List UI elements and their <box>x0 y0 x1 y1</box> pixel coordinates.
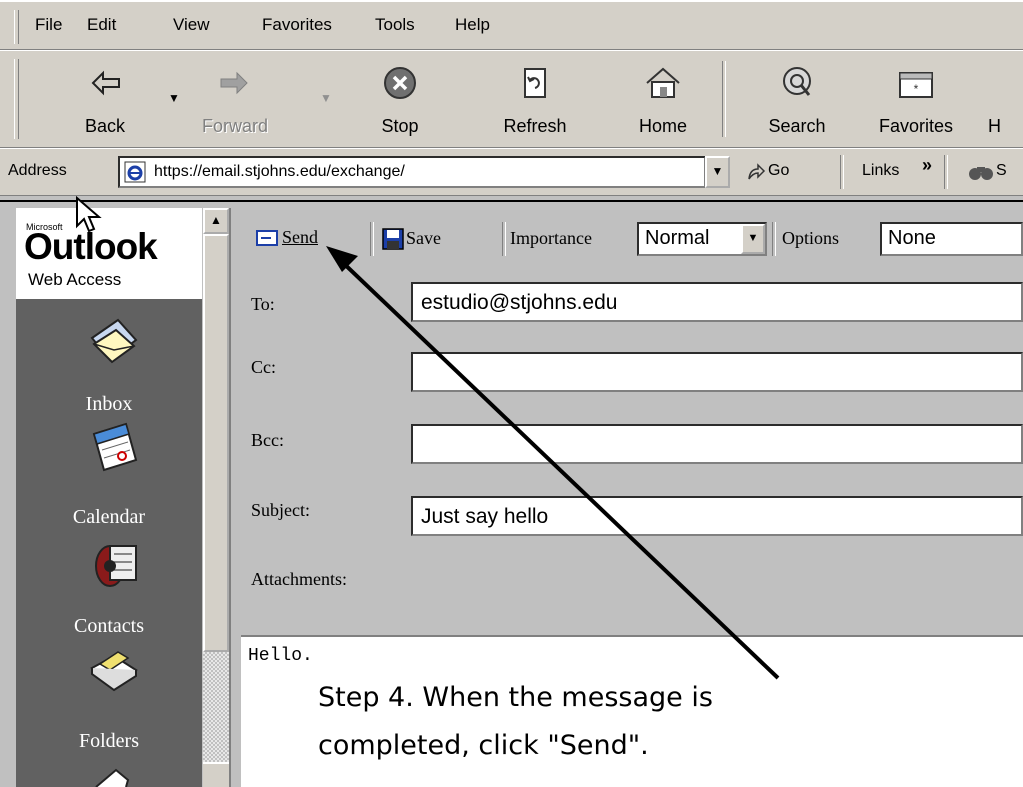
refresh-button[interactable]: Refresh <box>490 51 580 147</box>
save-button[interactable]: Save <box>406 228 441 249</box>
folders-icon[interactable] <box>86 640 142 696</box>
compose-form <box>241 208 1023 635</box>
menu-edit[interactable]: Edit <box>87 15 116 35</box>
address-label: Address <box>8 162 67 179</box>
options-value: None <box>888 227 936 249</box>
chevron-more-icon[interactable]: » <box>922 155 932 176</box>
menu-file[interactable]: File <box>35 15 62 35</box>
address-separator <box>840 155 844 189</box>
subject-value: Just say hello <box>421 505 549 528</box>
mouse-cursor-icon <box>76 196 102 233</box>
svg-text:*: * <box>914 82 919 96</box>
forward-dropdown-icon[interactable]: ▼ <box>320 91 332 105</box>
compose-toolbar-separator <box>772 222 776 256</box>
inbox-icon[interactable] <box>86 314 142 370</box>
search-icon <box>783 67 811 96</box>
back-label: Back <box>84 116 126 136</box>
go-arrow-icon <box>748 163 766 180</box>
forward-label: Forward <box>201 116 268 136</box>
home-icon <box>646 67 680 98</box>
send-envelope-icon <box>256 230 278 246</box>
links-button[interactable]: Links <box>862 162 899 180</box>
importance-label: Importance <box>510 228 592 248</box>
menu-favorites[interactable]: Favorites <box>262 15 332 35</box>
favorites-label: Favorites <box>878 116 954 136</box>
stop-label: Stop <box>381 116 419 136</box>
standard-toolbar: Back ▼ Forward ▼ Stop Refresh Home Searc… <box>0 50 1023 148</box>
nav-calendar-label[interactable]: Calendar <box>16 506 202 529</box>
search-label: Search <box>768 116 826 136</box>
back-button[interactable]: Back <box>60 51 150 147</box>
bcc-field[interactable] <box>411 424 1023 464</box>
cc-label: Cc: <box>251 357 276 377</box>
history-label: H <box>988 116 1001 136</box>
toolbar-separator <box>722 61 726 137</box>
message-body-text: Hello. <box>248 646 313 666</box>
refresh-icon <box>524 68 546 98</box>
annotation-step-line1: Step 4. When the message is <box>318 682 713 713</box>
importance-value: Normal <box>645 227 710 249</box>
next-nav-icon[interactable] <box>92 762 132 787</box>
menu-tools[interactable]: Tools <box>375 15 415 35</box>
nav-folders-label[interactable]: Folders <box>16 730 202 753</box>
menu-view[interactable]: View <box>173 15 210 35</box>
subject-field[interactable]: Just say hello <box>411 496 1023 536</box>
search-button[interactable]: Search <box>752 51 842 147</box>
bcc-label: Bcc: <box>251 430 284 450</box>
back-dropdown-icon[interactable]: ▼ <box>168 91 180 105</box>
options-select[interactable]: None <box>880 222 1023 256</box>
importance-select[interactable]: Normal ▼ <box>637 222 767 256</box>
address-dropdown-icon[interactable]: ▼ <box>705 156 730 188</box>
calendar-icon[interactable] <box>86 420 142 482</box>
address-url: https://email.stjohns.edu/exchange/ <box>154 163 405 180</box>
favorites-button[interactable]: * Favorites <box>862 51 970 147</box>
menu-help[interactable]: Help <box>455 15 490 35</box>
nav-scrollbar-thumb[interactable] <box>203 234 229 652</box>
home-label: Home <box>638 116 687 136</box>
save-disk-icon[interactable] <box>382 228 404 250</box>
links-extra-label[interactable]: S <box>996 162 1007 180</box>
stop-button[interactable]: Stop <box>360 51 440 147</box>
history-button[interactable]: H <box>980 51 1023 147</box>
to-field[interactable]: estudio@stjohns.edu <box>411 282 1023 322</box>
ie-page-icon <box>124 161 146 183</box>
home-button[interactable]: Home <box>618 51 708 147</box>
menu-bar: File Edit View Favorites Tools Help <box>0 0 1023 50</box>
subject-label: Subject: <box>251 500 310 520</box>
attachments-label: Attachments: <box>251 569 347 589</box>
address-input[interactable]: https://email.stjohns.edu/exchange/ <box>118 156 706 188</box>
send-button[interactable]: Send <box>248 220 363 258</box>
forward-button[interactable]: Forward <box>190 51 280 147</box>
to-value: estudio@stjohns.edu <box>421 291 618 314</box>
frame-divider[interactable] <box>229 208 241 787</box>
compose-toolbar-separator <box>502 222 506 256</box>
toolbar-grip <box>14 59 19 139</box>
annotation-step-line2: completed, click "Send". <box>318 730 649 761</box>
links-separator <box>944 155 948 189</box>
logo-web-access-text: Web Access <box>28 270 122 289</box>
send-label: Send <box>282 227 318 247</box>
chevron-down-icon[interactable]: ▼ <box>741 224 765 254</box>
forward-arrow-icon <box>220 71 248 95</box>
cc-field[interactable] <box>411 352 1023 392</box>
go-button[interactable]: Go <box>768 162 789 180</box>
scroll-up-arrow-icon[interactable]: ▲ <box>203 208 229 234</box>
back-arrow-icon <box>91 70 120 96</box>
options-label: Options <box>782 228 840 248</box>
scroll-down-arrow-icon[interactable] <box>203 762 229 787</box>
contacts-icon[interactable] <box>88 532 144 594</box>
refresh-label: Refresh <box>503 116 567 136</box>
binoculars-icon <box>969 167 993 180</box>
address-bar: Address https://email.stjohns.edu/exchan… <box>0 148 1023 196</box>
nav-contacts-label[interactable]: Contacts <box>16 615 202 638</box>
stop-icon <box>384 67 416 99</box>
favorites-folder-icon: * <box>899 72 933 98</box>
nav-inbox-label[interactable]: Inbox <box>16 393 202 416</box>
to-label: To: <box>251 294 275 314</box>
menu-grip <box>14 10 19 44</box>
compose-toolbar-separator <box>370 222 374 256</box>
